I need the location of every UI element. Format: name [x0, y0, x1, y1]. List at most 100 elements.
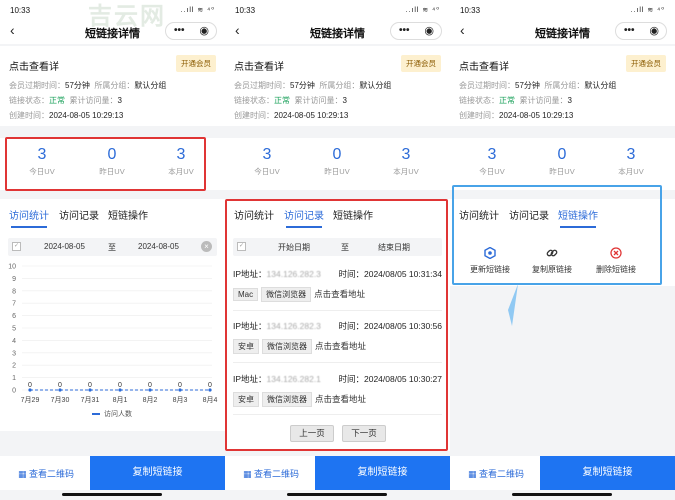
- x-tick-label: 7月31: [81, 396, 100, 404]
- tab-visit-stats[interactable]: 访问统计: [9, 207, 49, 228]
- copy-short-link-button[interactable]: 复制短链接: [315, 456, 450, 490]
- close-target-icon[interactable]: ◉: [649, 24, 659, 37]
- y-tick-label: 7: [12, 301, 16, 308]
- y-tick-label: 10: [8, 264, 16, 271]
- date-range-picker[interactable]: ✓ 2024-08-05 至 2024-08-05 ×: [8, 238, 217, 256]
- more-icon[interactable]: •••: [399, 25, 410, 36]
- bottom-bar: ▦ 查看二维码 复制短链接: [225, 456, 450, 490]
- link-name: 点击查看详: [234, 62, 284, 73]
- data-label: 0: [58, 382, 62, 389]
- status-time: 10:33: [235, 6, 256, 15]
- uv-yesterday: 0 昨日UV: [324, 146, 350, 176]
- screen-link-operations: 10:33 ..ıll ≋ ⁴⁰ ‹ 短链接详情 ••• ◉ 点击查看详 开通会员…: [450, 0, 675, 500]
- close-target-icon[interactable]: ◉: [199, 24, 209, 37]
- created-row: 创建时间：2024-08-05 10:29:13: [9, 111, 124, 120]
- data-label: 0: [28, 382, 32, 389]
- y-tick-label: 8: [12, 288, 16, 295]
- tab-link-ops[interactable]: 短链操作: [108, 207, 148, 222]
- bottom-bar: ▦ 查看二维码 复制短链接: [450, 456, 675, 490]
- legend-label: 访问人数: [104, 409, 132, 418]
- uv-stats-card: 3 今日UV 0 昨日UV 3 本月UV: [450, 138, 675, 190]
- nav-bar: 10:33 ..ıll ≋ ⁴⁰ ‹ 短链接详情 ••• ◉: [450, 0, 675, 44]
- x-tick-label: 8月4: [203, 396, 218, 404]
- uv-month: 3 本月UV: [393, 146, 419, 176]
- uv-stats-card: 3 今日UV 0 昨日UV 3 本月UV: [225, 138, 450, 190]
- tab-bar: 访问统计 访问记录 短链操作: [0, 199, 225, 231]
- copy-short-link-button[interactable]: 复制短链接: [540, 456, 675, 490]
- qrcode-icon: ▦: [18, 469, 30, 479]
- more-icon[interactable]: •••: [174, 25, 185, 36]
- qrcode-icon: ▦: [243, 469, 255, 479]
- expire-row: 会员过期时间：57分钟 所属分组：默认分组: [9, 81, 167, 90]
- highlight-box-records: [225, 199, 448, 451]
- data-label: 0: [118, 382, 122, 389]
- x-tick-label: 8月1: [113, 396, 128, 404]
- miniapp-capsule[interactable]: ••• ◉: [165, 22, 217, 40]
- open-vip-button[interactable]: 开通会员: [401, 55, 441, 72]
- x-tick-label: 7月30: [51, 396, 70, 404]
- y-tick-label: 5: [12, 326, 16, 333]
- highlight-box-operations: [452, 185, 662, 285]
- status-time: 10:33: [460, 6, 481, 15]
- view-qrcode-button[interactable]: ▦ 查看二维码: [243, 467, 299, 480]
- link-info-card: 点击查看详 开通会员 会员过期时间：57分钟 所属分组：默认分组 链接状态：正常…: [450, 46, 675, 126]
- highlight-box-uv: [5, 137, 206, 191]
- open-vip-button[interactable]: 开通会员: [626, 55, 666, 72]
- checkbox-icon[interactable]: ✓: [12, 242, 21, 251]
- view-qrcode-button[interactable]: ▦ 查看二维码: [18, 467, 74, 480]
- copy-short-link-button[interactable]: 复制短链接: [90, 456, 225, 490]
- home-indicator: [287, 493, 387, 496]
- created-row: 创建时间：2024-08-05 10:29:13: [459, 111, 574, 120]
- link-name: 点击查看详: [9, 62, 59, 73]
- y-tick-label: 4: [12, 338, 16, 345]
- miniapp-capsule[interactable]: ••• ◉: [390, 22, 442, 40]
- status-row: 链接状态：正常 累计访问量：3: [9, 96, 122, 105]
- home-indicator: [62, 493, 162, 496]
- y-tick-label: 0: [12, 388, 16, 395]
- y-tick-label: 1: [12, 375, 16, 382]
- clear-icon[interactable]: ×: [201, 241, 212, 252]
- status-row: 链接状态：正常 累计访问量：3: [459, 96, 572, 105]
- link-info-card: 点击查看详 开通会员 会员过期时间：57分钟 所属分组：默认分组 链接状态：正常…: [225, 46, 450, 126]
- view-qrcode-button[interactable]: ▦ 查看二维码: [468, 467, 524, 480]
- start-date[interactable]: 2024-08-05: [44, 242, 85, 251]
- created-row: 创建时间：2024-08-05 10:29:13: [234, 111, 349, 120]
- y-tick-label: 9: [12, 276, 16, 283]
- status-row: 链接状态：正常 累计访问量：3: [234, 96, 347, 105]
- tab-visit-records[interactable]: 访问记录: [59, 207, 99, 222]
- expire-row: 会员过期时间：57分钟 所属分组：默认分组: [459, 81, 617, 90]
- open-vip-button[interactable]: 开通会员: [176, 55, 216, 72]
- y-tick-label: 3: [12, 350, 16, 357]
- status-icons: ..ıll ≋ ⁴⁰: [180, 7, 215, 14]
- visits-line-chart: 1098765432107月29 7月30 7月31 8月1 8月2 8月3 8月40 0 0 0…: [0, 262, 225, 422]
- x-tick-label: 8月2: [143, 396, 158, 404]
- home-indicator: [512, 493, 612, 496]
- status-icons: ..ıll ≋ ⁴⁰: [630, 7, 665, 14]
- uv-yesterday: 0 昨日UV: [549, 146, 575, 176]
- link-info-card: 点击查看详 开通会员 会员过期时间：57分钟 所属分组：默认分组 链接状态：正常…: [0, 46, 225, 126]
- date-to-label: 至: [108, 243, 116, 252]
- y-tick-label: 6: [12, 313, 16, 320]
- data-label: 0: [178, 382, 182, 389]
- data-label: 0: [208, 382, 212, 389]
- close-target-icon[interactable]: ◉: [424, 24, 434, 37]
- link-name: 点击查看详: [459, 62, 509, 73]
- uv-month: 3 本月UV: [618, 146, 644, 176]
- x-tick-label: 8月3: [173, 396, 188, 404]
- qrcode-icon: ▦: [468, 469, 480, 479]
- x-tick-label: 7月29: [21, 396, 40, 404]
- end-date[interactable]: 2024-08-05: [138, 242, 179, 251]
- uv-today: 3 今日UV: [479, 146, 505, 176]
- more-icon[interactable]: •••: [624, 25, 635, 36]
- y-tick-label: 2: [12, 363, 16, 370]
- status-time: 10:33: [10, 6, 31, 15]
- watermark: 吉云网: [88, 3, 166, 30]
- bottom-bar: ▦ 查看二维码 复制短链接: [0, 456, 225, 490]
- miniapp-capsule[interactable]: ••• ◉: [615, 22, 667, 40]
- nav-bar: 10:33 ..ıll ≋ ⁴⁰ ‹ 短链接详情 ••• ◉: [225, 0, 450, 44]
- screen-visit-stats: 10:33 ..ıll ≋ ⁴⁰ ‹ 短链接详情 ••• ◉ 点击查看详 开通会员…: [0, 0, 225, 500]
- pointer-arrow: [508, 284, 518, 326]
- data-label: 0: [148, 382, 152, 389]
- status-icons: ..ıll ≋ ⁴⁰: [405, 7, 440, 14]
- uv-today: 3 今日UV: [254, 146, 280, 176]
